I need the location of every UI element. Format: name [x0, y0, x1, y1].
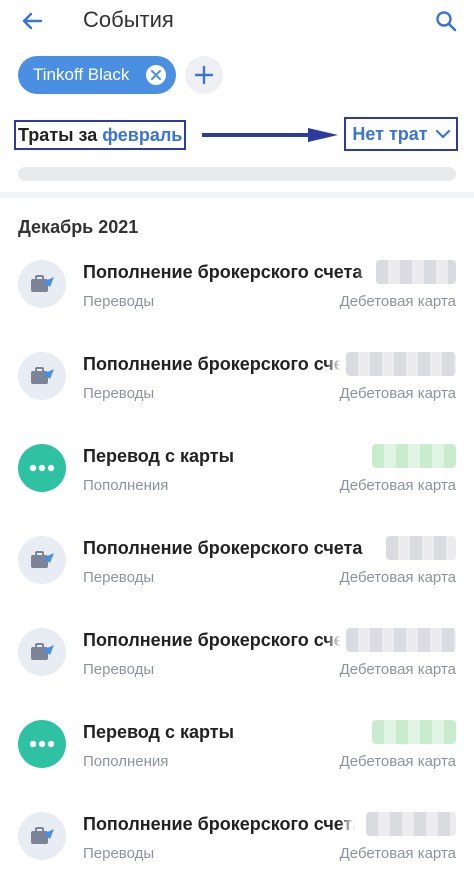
search-button[interactable] — [428, 4, 464, 38]
transaction-amount-blurred — [376, 260, 456, 284]
add-filter-button[interactable] — [185, 56, 223, 94]
transaction-row[interactable]: Пополнение брокерского счета Переводы Де… — [0, 612, 474, 704]
text-fade — [325, 628, 341, 652]
transaction-card: Дебетовая карта — [339, 753, 456, 770]
transaction-amount-blurred — [366, 812, 456, 836]
text-fade — [367, 536, 383, 560]
back-button[interactable] — [14, 6, 50, 36]
transaction-category: Переводы — [83, 569, 155, 586]
transaction-avatar — [18, 720, 66, 768]
month-selector[interactable]: февраль — [102, 125, 182, 146]
transaction-name: Перевод с карты — [83, 722, 234, 742]
transaction-row[interactable]: Пополнение брокерского счета Переводы Де… — [0, 796, 474, 888]
transaction-category: Переводы — [83, 661, 155, 678]
section-divider — [0, 192, 474, 198]
transaction-avatar — [18, 260, 66, 308]
no-spend-label: Нет трат — [352, 123, 428, 144]
plus-icon — [194, 65, 214, 85]
dots-icon — [29, 740, 55, 748]
briefcase-arrow-icon — [31, 367, 54, 384]
transaction-category: Переводы — [83, 845, 155, 862]
transaction-category: Пополнения — [83, 477, 169, 494]
transaction-card: Дебетовая карта — [339, 385, 456, 402]
transaction-name: Пополнение брокерского счета — [83, 814, 355, 834]
transaction-row[interactable]: Пополнение брокерского счета Переводы Де… — [0, 520, 474, 612]
transaction-amount-blurred — [386, 536, 456, 560]
card-filter-chip-label: Tinkoff Black — [33, 65, 130, 84]
transaction-card: Дебетовая карта — [339, 477, 456, 494]
transaction-row[interactable]: Перевод с карты Пополнения Дебетовая кар… — [0, 428, 474, 520]
search-icon — [436, 11, 457, 32]
transaction-card: Дебетовая карта — [339, 293, 456, 310]
text-fade — [325, 352, 341, 376]
transaction-row[interactable]: Пополнение брокерского счета Переводы Де… — [0, 244, 474, 336]
briefcase-arrow-icon — [31, 643, 54, 660]
spending-prefix: Траты за — [18, 124, 98, 145]
spending-progress-bar — [18, 167, 456, 181]
briefcase-arrow-icon — [31, 275, 54, 292]
transaction-name: Пополнение брокерского счета — [83, 354, 341, 374]
spending-summary-label: Траты за февраль — [14, 120, 187, 150]
text-fade — [357, 260, 373, 284]
transaction-avatar — [18, 536, 66, 584]
transaction-category: Переводы — [83, 385, 155, 402]
chevron-down-icon — [435, 129, 450, 139]
transaction-category: Пополнения — [83, 753, 169, 770]
transaction-name: Пополнение брокерского счета — [83, 630, 341, 650]
transaction-name: Пополнение брокерского счета — [83, 538, 363, 558]
transaction-amount-blurred — [346, 628, 456, 652]
transaction-avatar — [18, 352, 66, 400]
text-fade — [339, 812, 355, 836]
transaction-avatar — [18, 812, 66, 860]
close-icon — [151, 70, 161, 80]
briefcase-arrow-icon — [31, 827, 54, 844]
dots-icon — [29, 464, 55, 472]
transaction-card: Дебетовая карта — [339, 661, 456, 678]
transaction-avatar — [18, 628, 66, 676]
transaction-category: Переводы — [83, 293, 155, 310]
transaction-card: Дебетовая карта — [339, 569, 456, 586]
transaction-amount-blurred — [372, 720, 456, 744]
page-title: События — [83, 7, 174, 32]
arrow-left-icon — [22, 12, 43, 30]
transaction-avatar — [18, 444, 66, 492]
transaction-name: Перевод с карты — [83, 446, 234, 466]
top-app-bar: События — [0, 0, 474, 44]
chip-remove-button[interactable] — [146, 65, 166, 85]
card-filter-chip[interactable]: Tinkoff Black — [18, 56, 176, 94]
transaction-amount-blurred — [372, 444, 456, 468]
month-section-title: Декабрь 2021 — [18, 217, 139, 237]
transaction-row[interactable]: Перевод с карты Пополнения Дебетовая кар… — [0, 704, 474, 796]
transaction-row[interactable]: Пополнение брокерского счета Переводы Де… — [0, 336, 474, 428]
transaction-name: Пополнение брокерского счета — [83, 262, 363, 282]
no-spend-dropdown[interactable]: Нет трат — [344, 117, 458, 151]
transaction-amount-blurred — [346, 352, 456, 376]
briefcase-arrow-icon — [31, 551, 54, 568]
transaction-card: Дебетовая карта — [339, 845, 456, 862]
annotation-arrow — [202, 128, 338, 142]
